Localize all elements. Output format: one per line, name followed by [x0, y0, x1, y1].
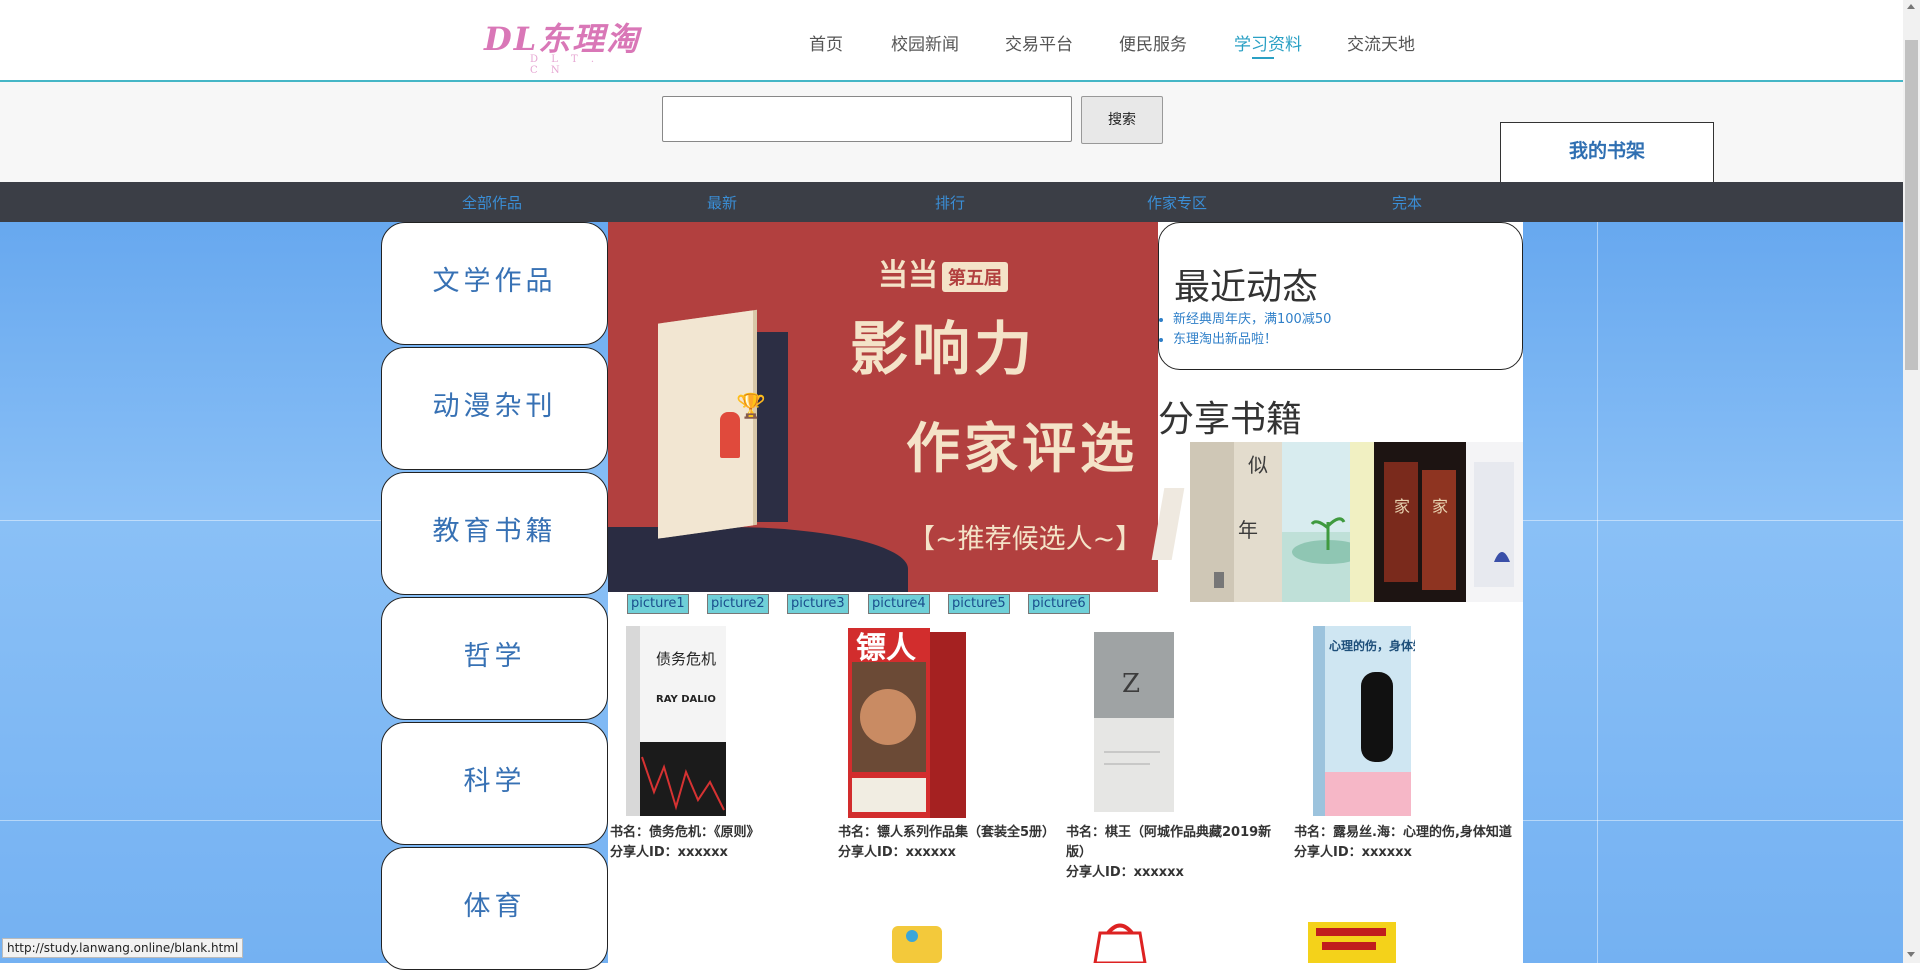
nav-item-services[interactable]: 便民服务: [1119, 30, 1187, 55]
carousel-book-2[interactable]: [1282, 442, 1374, 602]
share-books-title: 分享书籍: [1158, 399, 1303, 440]
status-bar-url: http://study.lanwang.online/blank.html: [2, 938, 244, 958]
picture-tab-5[interactable]: picture5: [948, 594, 1010, 614]
book-title: 书名：棋王（阿城作品典藏2019新版）: [1066, 825, 1272, 860]
svg-text:年: 年: [1238, 518, 1258, 542]
svg-text:家: 家: [1394, 497, 1410, 516]
site-logo[interactable]: DL东理淘 D L T . C N: [484, 14, 638, 76]
book-cover-qiwang[interactable]: Z: [1090, 622, 1180, 820]
book-sharer-id: 分享人ID：xxxxxx: [610, 845, 728, 860]
svg-text:Z: Z: [1122, 669, 1140, 699]
picture-tab-3[interactable]: picture3: [787, 594, 849, 614]
recent-activity-item[interactable]: 东理淘出新品啦！: [1173, 330, 1331, 350]
scroll-down-arrow-icon[interactable]: [1907, 952, 1915, 957]
banner-badge-label: 第五届: [942, 261, 1008, 292]
svg-text:似: 似: [1248, 453, 1268, 477]
book-card-4[interactable]: 书名：露易丝.海：心理的伤,身体知道 分享人ID：xxxxxx: [1294, 823, 1516, 863]
banner-badge-num: 当当: [878, 258, 938, 293]
picture-tab-4[interactable]: picture4: [868, 594, 930, 614]
book-sharer-id: 分享人ID：xxxxxx: [1066, 865, 1184, 880]
banner-badge: 当当 第五届: [878, 250, 1008, 294]
sidebar-item-comics[interactable]: 动漫杂刊: [381, 347, 608, 470]
book-card-3[interactable]: 书名：棋王（阿城作品典藏2019新版） 分享人ID：xxxxxx: [1066, 823, 1288, 883]
book-title: 书名：债务危机：《原则》: [610, 825, 760, 840]
sidebar-item-philosophy[interactable]: 哲学: [381, 597, 608, 720]
book-cover-next-2[interactable]: [1080, 918, 1160, 963]
recent-activity-item[interactable]: 新经典周年庆，满100减50: [1173, 310, 1331, 330]
book-cover-psych-wounds[interactable]: 心理的伤，身体知道: [1311, 622, 1415, 820]
category-ranking[interactable]: 排行: [935, 192, 965, 213]
book-cover-biaoren[interactable]: 镖人: [846, 622, 968, 820]
book-title: 书名：露易丝.海：心理的伤,身体知道: [1294, 825, 1512, 840]
category-all-works[interactable]: 全部作品: [462, 192, 522, 213]
category-latest[interactable]: 最新: [707, 192, 737, 213]
search-button[interactable]: 搜索: [1081, 96, 1163, 144]
carousel-book-4[interactable]: [1466, 442, 1523, 602]
book-cover-next-3[interactable]: [1308, 918, 1398, 963]
svg-text:家: 家: [1432, 497, 1448, 516]
shared-books-carousel[interactable]: 似 年 家 家: [1190, 442, 1523, 602]
book-title: 书名：镖人系列作品集（套装全5册）: [838, 825, 1056, 840]
carousel-book-3[interactable]: 家 家: [1374, 442, 1466, 602]
book-sharer-id: 分享人ID：xxxxxx: [1294, 845, 1412, 860]
book-cover-debt-crisis[interactable]: 债务危机 RAY DALIO: [626, 622, 728, 820]
sidebar-item-science[interactable]: 科学: [381, 722, 608, 845]
sidebar-item-literature[interactable]: 文学作品: [381, 222, 608, 345]
sidebar-item-education[interactable]: 教育书籍: [381, 472, 608, 595]
trophy-icon: 🏆: [736, 392, 766, 420]
picture-tab-2[interactable]: picture2: [707, 594, 769, 614]
nav-item-trade-platform[interactable]: 交易平台: [1005, 30, 1073, 55]
book-card-1[interactable]: 书名：债务危机：《原则》 分享人ID：xxxxxx: [610, 823, 832, 863]
my-bookshelf-button[interactable]: 我的书架: [1500, 122, 1714, 183]
promo-banner[interactable]: 🏆 当当 第五届 影响力 作家评选 【~推荐候选人~】: [608, 222, 1158, 592]
page-scrollbar[interactable]: [1903, 0, 1920, 963]
search-band: 搜索 我的书架: [0, 82, 1903, 183]
book-sharer-id: 分享人ID：xxxxxx: [838, 845, 956, 860]
recent-activity-title: 最近动态: [1174, 267, 1319, 308]
carousel-book-1[interactable]: 似 年: [1190, 442, 1282, 602]
category-bar: 全部作品 最新 排行 作家专区 完本: [0, 182, 1903, 222]
nav-item-community[interactable]: 交流天地: [1347, 30, 1415, 55]
background-gridline: [1597, 222, 1598, 963]
book-cover-title: 心理的伤，身体知道: [1329, 638, 1415, 653]
category-completed[interactable]: 完本: [1392, 192, 1422, 213]
book-card-2[interactable]: 书名：镖人系列作品集（套装全5册） 分享人ID：xxxxxx: [838, 823, 1060, 863]
book-cover-title: 债务危机: [656, 650, 716, 668]
picture-tab-1[interactable]: picture1: [627, 594, 689, 614]
nav-item-home[interactable]: 首页: [809, 30, 843, 55]
top-navbar: DL东理淘 D L T . C N 首页 校园新闻 交易平台 便民服务 学习资料…: [0, 0, 1903, 82]
scroll-up-arrow-icon[interactable]: [1907, 4, 1915, 9]
book-cover-title: 镖人: [856, 631, 916, 666]
category-author-zone[interactable]: 作家专区: [1147, 192, 1207, 213]
book-cover-author: RAY DALIO: [656, 694, 716, 705]
sidebar-item-sports[interactable]: 体育: [381, 847, 608, 970]
recent-activity-list: 新经典周年庆，满100减50 东理淘出新品啦！: [1159, 310, 1331, 350]
search-input[interactable]: [662, 96, 1072, 142]
picture-tab-6[interactable]: picture6: [1028, 594, 1090, 614]
scrollbar-thumb[interactable]: [1905, 40, 1918, 370]
logo-subtext: D L T . C N: [530, 54, 600, 76]
recent-activity-card: 最近动态 新经典周年庆，满100减50 东理淘出新品啦！: [1158, 222, 1523, 370]
nav-item-campus-news[interactable]: 校园新闻: [891, 30, 959, 55]
nav-item-study-materials[interactable]: 学习资料: [1234, 30, 1302, 59]
banner-headline-1: 影响力: [850, 315, 1037, 383]
banner-floor-art: [608, 527, 908, 592]
banner-subline: 【~推荐候选人~】: [908, 524, 1143, 555]
banner-headline-2: 作家评选: [906, 416, 1138, 480]
book-cover-next-1[interactable]: [882, 918, 952, 963]
